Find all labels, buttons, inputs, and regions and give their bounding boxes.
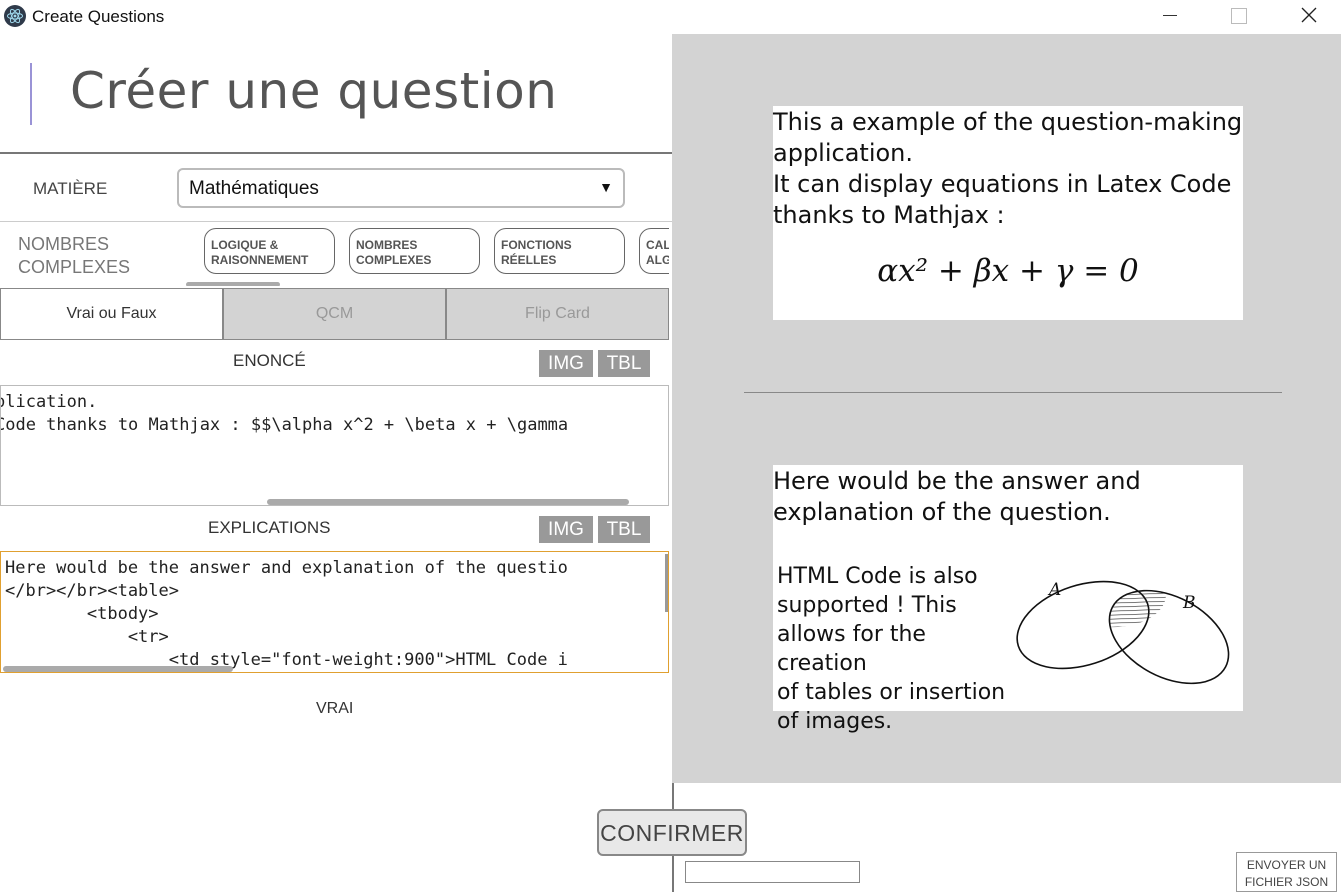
preview-html-line: supported ! This [777, 593, 957, 618]
tab-flip-card[interactable]: Flip Card [446, 288, 669, 340]
category-chip-fonctions-reelles[interactable]: FONCTIONS RÉELLES [494, 228, 625, 274]
category-chip-list[interactable]: LOGIQUE & RAISONNEMENT NOMBRES COMPLEXES… [186, 226, 669, 286]
preview-question-line: application. [773, 139, 914, 167]
tab-qcm[interactable]: QCM [223, 288, 446, 340]
explanation-line: Here would be the answer and explanation… [5, 558, 568, 578]
preview-equation: αx² + βx + γ = 0 [877, 253, 1139, 289]
app-icon [4, 5, 26, 27]
venn-label-b: B [1182, 593, 1196, 613]
answer-preview-card: Here would be the answer and explanation… [773, 465, 1243, 734]
preview-html-cell: HTML Code is also supported ! This allow… [777, 562, 1017, 736]
tab-vrai-ou-faux[interactable]: Vrai ou Faux [0, 288, 223, 340]
statement-img-button[interactable]: IMG [539, 350, 593, 377]
statement-line: Code thanks to Mathjax : $$\alpha x^2 + … [0, 415, 569, 435]
question-preview-card: This a example of the question-making ap… [773, 106, 1243, 320]
preview-html-line: of images. [777, 709, 893, 734]
minimize-button[interactable] [1147, 0, 1193, 32]
category-chip-calcul-algebrique[interactable]: CAL ALG [639, 228, 669, 274]
explanation-line: <tr> [5, 627, 169, 647]
explanation-line: <tbody> [5, 604, 159, 624]
chips-scrollbar[interactable] [186, 282, 280, 286]
maximize-button[interactable] [1215, 0, 1261, 32]
answer-value[interactable]: VRAI [316, 700, 353, 718]
preview-answer-line: Here would be the answer and [773, 467, 1141, 495]
title-bar: Create Questions [0, 0, 1341, 34]
preview-question-line: It can display equations in Latex Code [773, 170, 1232, 198]
venn-diagram-image: A B [1016, 580, 1230, 685]
divider [0, 152, 672, 154]
subject-label: MATIÈRE [33, 179, 108, 198]
subject-selected-value: Mathématiques [189, 178, 319, 199]
page-title: Créer une question [70, 62, 558, 120]
divider [0, 221, 672, 222]
explanation-tbl-button[interactable]: TBL [598, 516, 650, 543]
explanation-vscrollbar[interactable] [665, 554, 668, 612]
statement-scrollbar[interactable] [267, 499, 629, 505]
category-chip-nombres-complexes[interactable]: NOMBRES COMPLEXES [349, 228, 480, 274]
close-icon [1301, 7, 1317, 23]
current-category: NOMBRES COMPLEXES [18, 234, 131, 277]
preview-answer-line: explanation of the question. [773, 498, 1111, 526]
venn-label-a: A [1047, 580, 1061, 600]
close-button[interactable] [1286, 0, 1332, 32]
statement-editor[interactable]: plication. Code thanks to Mathjax : $$\a… [0, 385, 669, 506]
statement-label: ENONCÉ [233, 351, 306, 370]
confirm-button[interactable]: CONFIRMER [597, 809, 747, 856]
file-input[interactable] [685, 861, 860, 883]
statement-tbl-button[interactable]: TBL [598, 350, 650, 377]
send-json-button[interactable]: ENVOYER UN FICHIER JSON [1236, 852, 1337, 892]
window-title: Create Questions [32, 7, 165, 26]
preview-html-line: HTML Code is also [777, 564, 978, 589]
explanation-hscrollbar[interactable] [3, 666, 233, 672]
explanation-label: EXPLICATIONS [208, 518, 331, 537]
question-type-tabs: Vrai ou Faux QCM Flip Card [0, 288, 669, 340]
preview-question-line: This a example of the question-making [773, 108, 1243, 136]
statement-line: plication. [0, 392, 98, 412]
chevron-down-icon: ▼ [599, 179, 613, 195]
explanation-img-button[interactable]: IMG [539, 516, 593, 543]
preview-html-line: allows for the creation [777, 622, 926, 676]
preview-divider [744, 392, 1282, 393]
explanation-line: </br></br><table> [5, 581, 179, 601]
title-accent-bar [30, 63, 32, 125]
category-chip-logique[interactable]: LOGIQUE & RAISONNEMENT [204, 228, 335, 274]
preview-question-line: thanks to Mathjax : [773, 201, 1005, 229]
explanation-editor[interactable]: Here would be the answer and explanation… [0, 551, 669, 673]
subject-select[interactable]: Mathématiques ▼ [177, 168, 625, 208]
preview-html-line: of tables or insertion [777, 680, 1006, 705]
